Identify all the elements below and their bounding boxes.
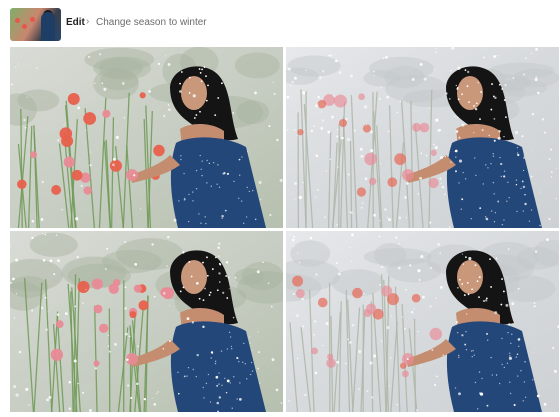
result-image-4[interactable] xyxy=(286,231,559,412)
result-grid xyxy=(10,47,559,413)
result-image-1[interactable] xyxy=(10,47,283,228)
result-image-3[interactable] xyxy=(10,231,283,412)
breadcrumb-edit-link[interactable]: Edit xyxy=(66,17,85,28)
breadcrumb-current: Change season to winter xyxy=(96,17,207,28)
top-bar: Edit › Change season to winter xyxy=(0,0,560,47)
chevron-right-icon: › xyxy=(86,16,90,27)
result-image-2[interactable] xyxy=(286,47,559,228)
source-image-thumbnail[interactable] xyxy=(10,8,61,41)
